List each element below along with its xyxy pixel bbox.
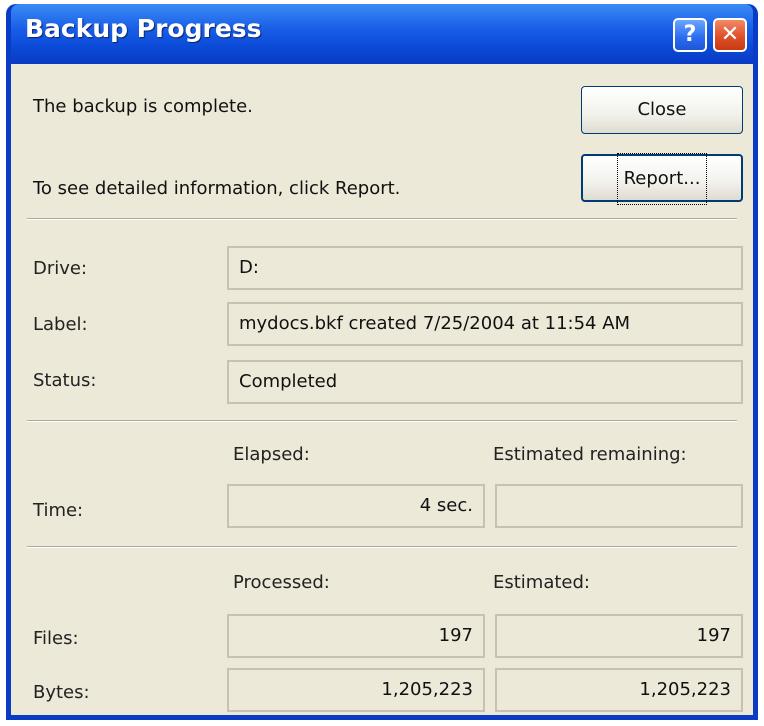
bytes-processed-field: 1,205,223 (227, 668, 485, 712)
report-button-label: Report... (616, 153, 708, 205)
label-field: mydocs.bkf created 7/25/2004 at 11:54 AM (227, 302, 743, 346)
elapsed-header: Elapsed: (233, 444, 310, 465)
close-window-icon[interactable]: ✕ (713, 18, 747, 52)
bytes-estimated-field: 1,205,223 (495, 668, 743, 712)
close-button[interactable]: Close (581, 86, 743, 134)
completion-message: The backup is complete. (33, 96, 253, 117)
status-field: Completed (227, 360, 743, 404)
estimated-header: Estimated: (493, 572, 590, 593)
elapsed-time-field: 4 sec. (227, 484, 485, 528)
files-processed-field: 197 (227, 614, 485, 658)
label-label: Label: (33, 314, 88, 335)
status-label: Status: (33, 370, 97, 391)
backup-progress-window: Backup Progress ? ✕ The backup is comple… (6, 4, 758, 720)
section-divider-bottom (27, 546, 737, 548)
report-hint-message: To see detailed information, click Repor… (33, 178, 401, 199)
help-icon[interactable]: ? (673, 18, 707, 52)
dialog-body: The backup is complete. To see detailed … (11, 64, 753, 715)
processed-header: Processed: (233, 572, 330, 593)
files-estimated-field: 197 (495, 614, 743, 658)
files-label: Files: (33, 628, 79, 649)
section-divider-middle (27, 420, 737, 422)
close-button-label: Close (637, 99, 687, 120)
estimated-remaining-header: Estimated remaining: (493, 444, 687, 465)
bytes-label: Bytes: (33, 682, 90, 703)
report-button[interactable]: Report... (581, 153, 743, 205)
section-divider-top (27, 218, 737, 220)
window-title: Backup Progress (25, 14, 262, 43)
time-label: Time: (33, 500, 84, 521)
title-bar[interactable]: Backup Progress ? ✕ (11, 4, 753, 64)
drive-label: Drive: (33, 258, 88, 279)
drive-field: D: (227, 246, 743, 290)
estimated-remaining-field (495, 484, 743, 528)
